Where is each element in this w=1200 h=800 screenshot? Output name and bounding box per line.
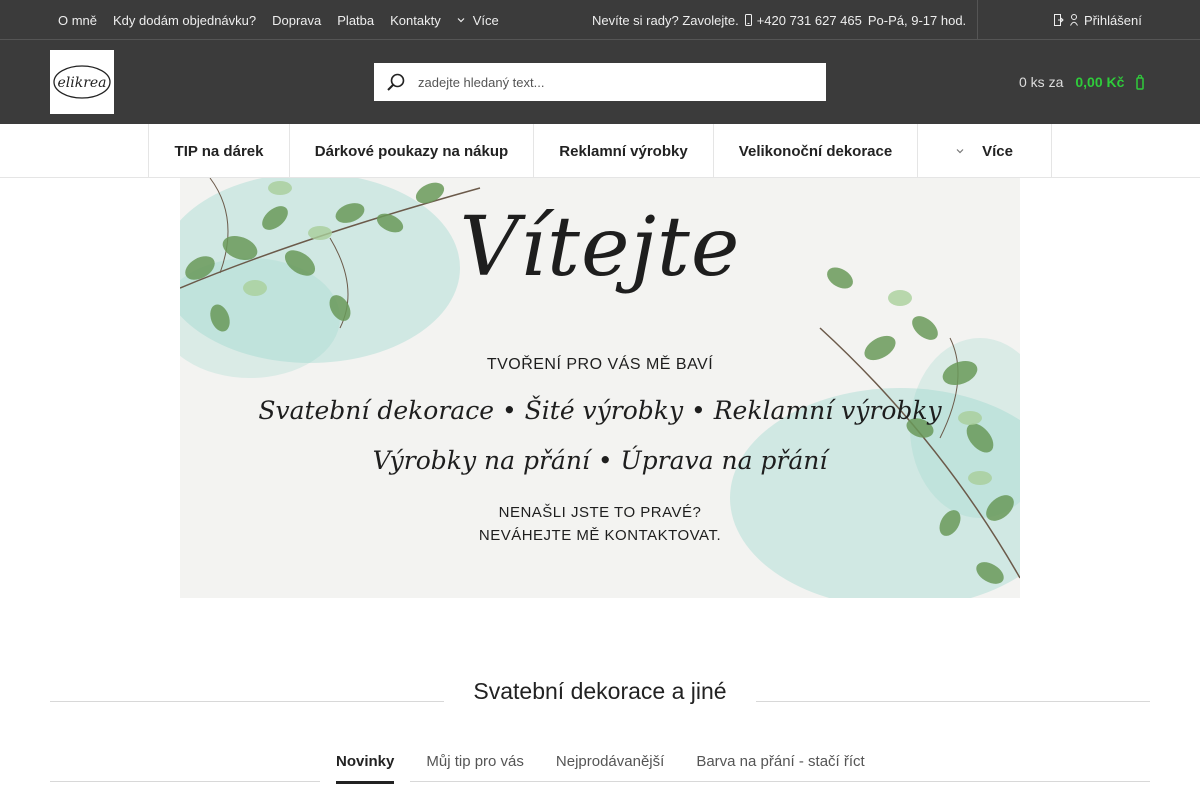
search-input[interactable] — [418, 74, 808, 90]
top-more-label: Více — [472, 12, 499, 28]
banner-cta-line2: NEVÁHEJTE MĚ KONTAKTOVAT. — [478, 527, 722, 544]
door-icon — [1054, 14, 1064, 26]
top-bar: O mně Kdy dodám objednávku? Doprava Plat… — [0, 0, 1200, 40]
logo[interactable]: elikrea — [50, 50, 114, 114]
top-link-delivery-time[interactable]: Kdy dodám objednávku? — [105, 13, 264, 28]
category-promo-products[interactable]: Reklamní výrobky — [533, 124, 713, 178]
section-divider-left — [50, 701, 444, 702]
search-icon — [387, 73, 405, 91]
banner-services-line1: Svatební dekorace • Šité výrobky • Rekla… — [258, 396, 942, 425]
category-more-button[interactable]: Více — [917, 124, 1052, 178]
top-link-payment[interactable]: Platba — [329, 13, 382, 28]
banner-subtitle: TVOŘENÍ PRO VÁS MĚ BAVÍ — [486, 356, 714, 373]
contact-info: Nevíte si rady? Zavolejte. +420 731 627 … — [592, 0, 966, 40]
tab-novinky[interactable]: Novinky — [320, 742, 410, 784]
top-more-button[interactable]: Více — [457, 13, 499, 28]
logo-image: elikrea — [53, 65, 111, 99]
tabs-divider-left — [50, 781, 320, 782]
category-label: Velikonoční dekorace — [738, 142, 893, 160]
cart-icon — [1136, 74, 1145, 90]
tab-color-on-request[interactable]: Barva na přání - stačí říct — [680, 742, 880, 782]
tab-my-tip[interactable]: Můj tip pro vás — [410, 742, 540, 782]
phone-link[interactable]: +420 731 627 465 — [744, 12, 862, 28]
header: elikrea 0 ks za 0,00 Kč — [0, 40, 1200, 124]
product-tabs: Novinky Můj tip pro vás Nejprodávanější … — [320, 742, 881, 784]
tab-bestsellers[interactable]: Nejprodávanější — [540, 742, 680, 782]
welcome-banner[interactable]: Vítejte TVOŘENÍ PRO VÁS MĚ BAVÍ Svatební… — [180, 178, 1020, 598]
search-box — [374, 63, 826, 101]
category-tip-gift[interactable]: TIP na dárek — [148, 124, 289, 178]
section-title: Svatební dekorace a jiné — [473, 678, 727, 704]
chevron-down-icon — [956, 149, 964, 154]
section-divider-right — [756, 701, 1150, 702]
top-link-contacts[interactable]: Kontakty — [382, 13, 449, 28]
chevron-down-icon — [457, 18, 465, 23]
category-label: Reklamní výrobky — [559, 142, 688, 160]
category-menu: TIP na dárek Dárkové poukazy na nákup Re… — [0, 124, 1200, 178]
cart-price: 0,00 Kč — [1075, 74, 1125, 90]
top-link-about[interactable]: O mně — [50, 13, 105, 28]
top-divider — [977, 0, 978, 40]
login-label: Přihlášení — [1084, 12, 1142, 28]
category-easter-decor[interactable]: Velikonoční dekorace — [713, 124, 917, 178]
cart-button[interactable]: 0 ks za 0,00 Kč — [1019, 40, 1145, 124]
cart-count: 0 ks za — [1019, 74, 1064, 90]
login-link[interactable]: Přihlášení — [1054, 0, 1142, 40]
banner-services-line2: Výrobky na přání • Úprava na přání — [372, 446, 828, 475]
logo-text: elikrea — [57, 75, 106, 91]
banner-title: Vítejte — [459, 200, 741, 295]
user-icon — [1070, 14, 1078, 26]
category-label: Dárkové poukazy na nákup — [314, 142, 509, 160]
banner-cta-line1: NENAŠLI JSTE TO PRAVÉ? — [498, 504, 702, 521]
phone-number: +420 731 627 465 — [756, 12, 862, 28]
tabs-divider-right — [410, 781, 1150, 782]
search-button[interactable] — [374, 72, 418, 92]
category-gift-vouchers[interactable]: Dárkové poukazy na nákup — [289, 124, 533, 178]
category-more-label: Více — [982, 142, 1013, 160]
opening-hours: Po-Pá, 9-17 hod. — [867, 12, 967, 28]
category-label: TIP na dárek — [174, 142, 264, 160]
top-nav: O mně Kdy dodám objednávku? Doprava Plat… — [50, 0, 499, 40]
contact-text: Nevíte si rady? Zavolejte. — [592, 12, 739, 28]
top-link-shipping[interactable]: Doprava — [264, 13, 329, 28]
phone-icon — [744, 14, 752, 26]
